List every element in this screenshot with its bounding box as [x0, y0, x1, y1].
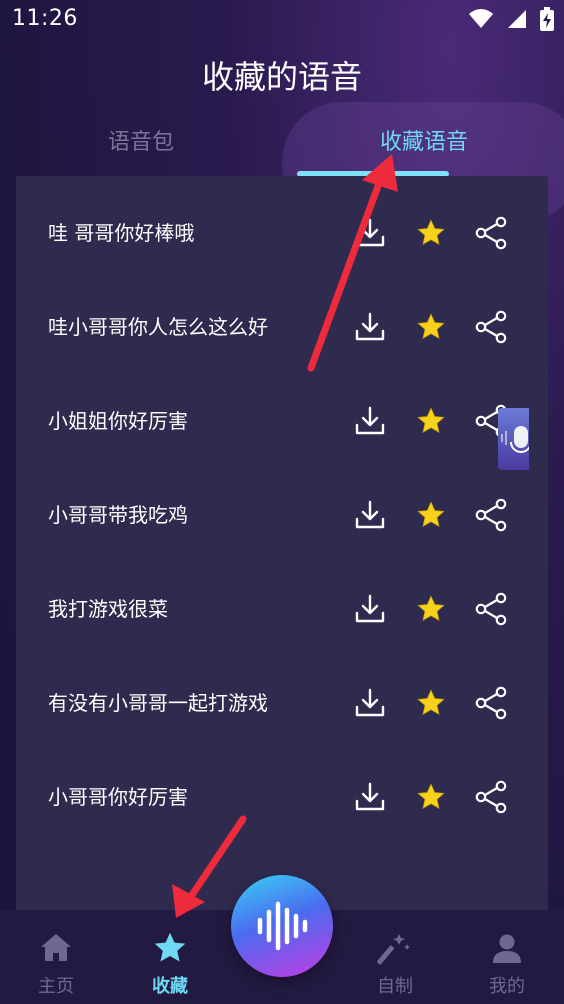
sound-wave-icon — [257, 901, 308, 951]
tab-bar: 语音包 收藏语音 — [0, 102, 564, 222]
voice-label: 有没有小哥哥一起打游戏 — [48, 691, 268, 715]
download-icon[interactable] — [352, 309, 388, 345]
list-item[interactable]: 有没有小哥哥一起打游戏 — [16, 656, 548, 750]
wifi-icon — [469, 9, 493, 28]
star-icon[interactable] — [413, 685, 449, 721]
star-icon[interactable] — [413, 403, 449, 439]
share-icon[interactable] — [474, 215, 510, 251]
magic-wand-icon — [377, 934, 410, 965]
share-icon[interactable] — [474, 309, 510, 345]
cellular-signal-icon — [508, 10, 526, 28]
share-icon[interactable] — [474, 497, 510, 533]
voice-label: 我打游戏很菜 — [48, 597, 168, 621]
star-icon[interactable] — [413, 591, 449, 627]
download-icon[interactable] — [352, 685, 388, 721]
voice-label: 小姐姐你好厉害 — [48, 409, 188, 433]
voice-label: 哇小哥哥你人怎么这么好 — [48, 315, 268, 339]
floating-voice-badge[interactable] — [498, 408, 529, 470]
nav-label: 收藏 — [152, 976, 188, 997]
star-icon[interactable] — [413, 309, 449, 345]
nav-item-favorites[interactable]: 收藏 — [130, 930, 210, 998]
battery-charging-icon — [540, 7, 554, 31]
record-voice-button[interactable] — [231, 875, 333, 977]
page-title: 收藏的语音 — [201, 58, 362, 96]
list-item[interactable]: 小哥哥你好厉害 — [16, 750, 548, 844]
share-icon[interactable] — [474, 685, 510, 721]
star-icon[interactable] — [413, 779, 449, 815]
microphone-icon — [501, 426, 529, 453]
list-item[interactable]: 小哥哥带我吃鸡 — [16, 468, 548, 562]
status-icons — [468, 7, 554, 31]
list-item[interactable]: 哇小哥哥你人怎么这么好 — [16, 280, 548, 374]
nav-item-create[interactable]: 自制 — [355, 930, 435, 998]
download-icon[interactable] — [352, 403, 388, 439]
download-icon[interactable] — [352, 215, 388, 251]
status-time: 11:26 — [12, 6, 78, 31]
voice-label: 哇 哥哥你好棒哦 — [48, 221, 195, 245]
nav-label: 自制 — [377, 976, 413, 997]
star-icon — [154, 932, 186, 962]
nav-label: 主页 — [38, 976, 74, 997]
star-icon[interactable] — [413, 215, 449, 251]
user-icon — [493, 934, 521, 963]
star-icon[interactable] — [413, 497, 449, 533]
tab-favorite-voices[interactable]: 收藏语音 — [380, 124, 468, 156]
nav-label: 我的 — [489, 976, 525, 997]
favorite-voice-list: 哇 哥哥你好棒哦 哇小哥哥你人怎么这么好 小姐姐你好厉害 小哥哥带我吃鸡 我打游… — [16, 176, 548, 910]
status-bar: 11:26 — [0, 0, 564, 40]
tab-voice-pack[interactable]: 语音包 — [108, 124, 174, 156]
download-icon[interactable] — [352, 779, 388, 815]
download-icon[interactable] — [352, 591, 388, 627]
nav-item-home[interactable]: 主页 — [16, 930, 96, 998]
share-icon[interactable] — [474, 779, 510, 815]
list-item[interactable]: 小姐姐你好厉害 — [16, 374, 548, 468]
voice-label: 小哥哥带我吃鸡 — [48, 503, 188, 527]
list-item[interactable]: 哇 哥哥你好棒哦 — [16, 186, 548, 280]
voice-label: 小哥哥你好厉害 — [48, 785, 188, 809]
list-item[interactable]: 我打游戏很菜 — [16, 562, 548, 656]
nav-item-mine[interactable]: 我的 — [467, 930, 547, 998]
home-icon — [41, 934, 71, 961]
share-icon[interactable] — [474, 591, 510, 627]
download-icon[interactable] — [352, 497, 388, 533]
